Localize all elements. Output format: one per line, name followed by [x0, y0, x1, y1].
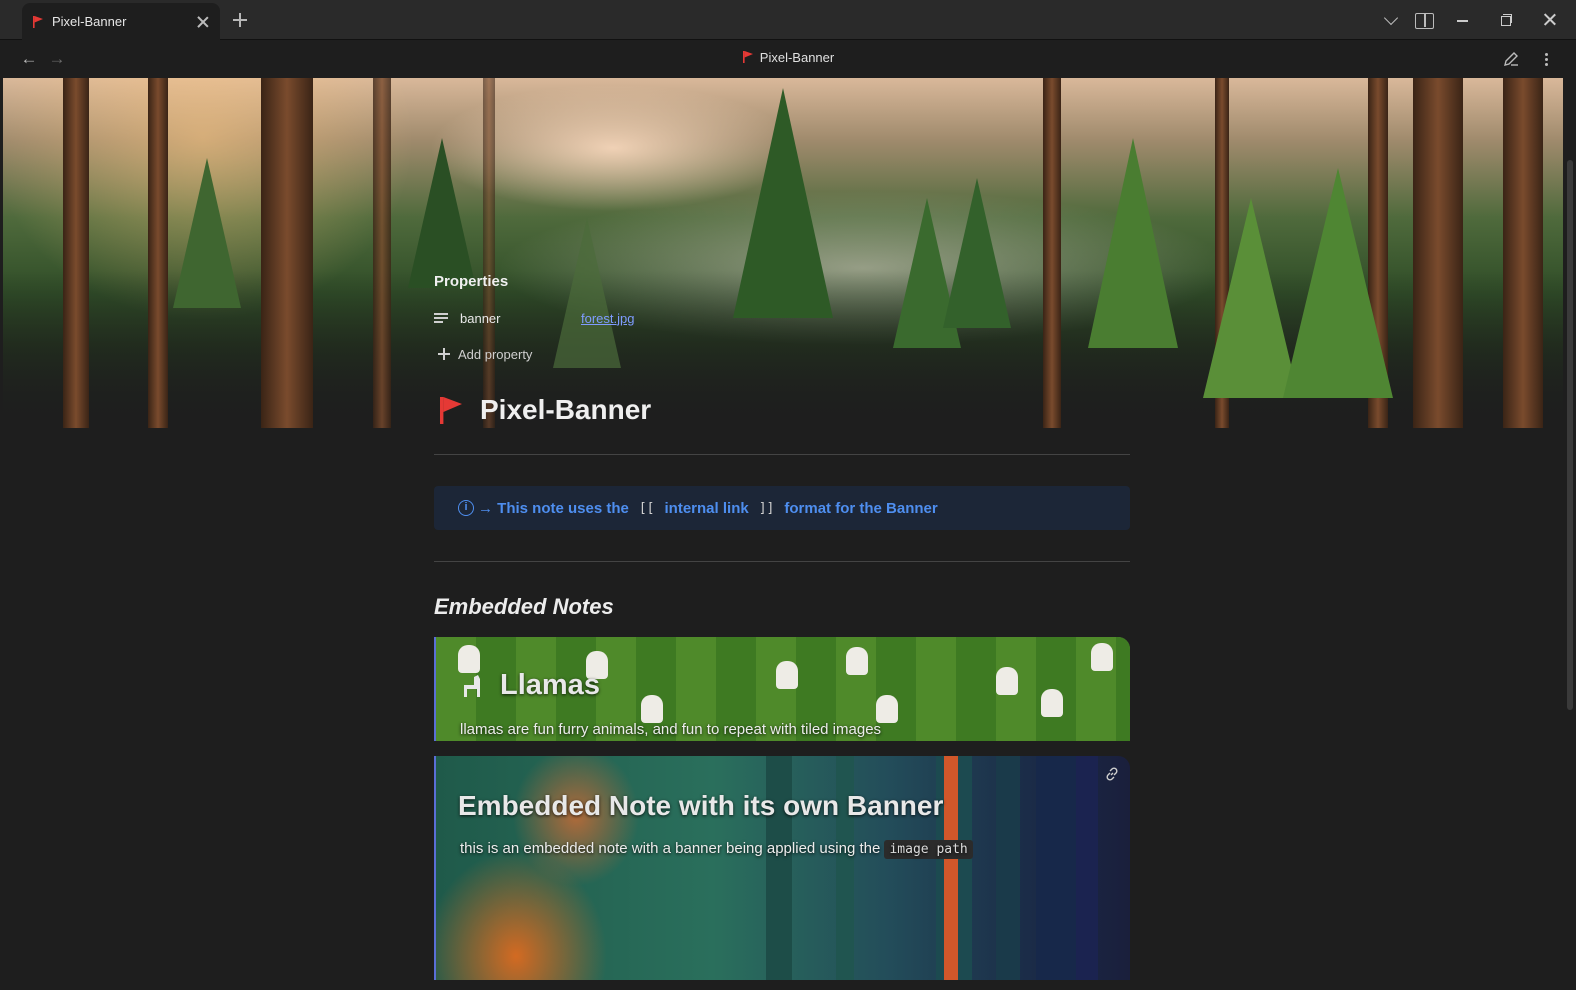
llama-icon: [458, 673, 484, 699]
flag-icon: [33, 15, 43, 28]
restore-icon[interactable]: [1497, 10, 1517, 30]
tab-pixel-banner[interactable]: Pixel-Banner: [22, 3, 220, 40]
plus-icon[interactable]: [232, 12, 248, 28]
note-title[interactable]: Pixel-Banner: [434, 390, 1130, 430]
flag-icon: [742, 51, 753, 63]
plus-icon: [438, 348, 450, 360]
embed-title: Embedded Note with its own Banner: [458, 790, 944, 821]
info-callout[interactable]: i → This note uses the [[ internal link …: [434, 486, 1130, 530]
callout-suffix: format for the Banner: [784, 499, 938, 517]
close-icon[interactable]: [196, 15, 210, 29]
embed-text: llamas are fun furry animals, and fun to…: [460, 721, 882, 738]
embedded-note-own-banner[interactable]: Embedded Note with its own Banner this i…: [434, 756, 1130, 980]
split-view-icon[interactable]: [1414, 10, 1434, 30]
embedded-notes-heading: Embedded Notes: [434, 594, 614, 619]
banner-image: [3, 78, 1563, 428]
close-window-icon[interactable]: [1540, 10, 1560, 30]
tab-title: Pixel-Banner: [52, 14, 127, 29]
embed-title-text: Llamas: [500, 669, 600, 701]
chevron-down-icon[interactable]: [1382, 10, 1402, 30]
add-property-label: Add property: [458, 346, 533, 362]
info-icon: i: [458, 500, 474, 516]
link-icon[interactable]: [1104, 766, 1120, 782]
embed-title: Llamas: [458, 669, 600, 702]
note-title-text: Pixel-Banner: [480, 394, 652, 425]
divider: [434, 454, 1130, 455]
view-header: ← → Pixel-Banner: [0, 40, 1576, 78]
pencil-icon[interactable]: [1502, 50, 1520, 68]
callout-prefix: → This note uses the: [478, 499, 629, 517]
property-key[interactable]: banner: [460, 311, 581, 326]
callout-open-brackets: [[: [638, 500, 655, 516]
divider: [434, 561, 1130, 562]
tab-bar: Pixel-Banner: [0, 0, 1576, 40]
embed-text: this is an embedded note with a banner b…: [460, 840, 973, 859]
minimize-icon[interactable]: [1453, 10, 1473, 30]
note-content[interactable]: Properties banner forest.jpg Add propert…: [0, 78, 1576, 990]
properties-heading[interactable]: Properties: [434, 273, 1130, 290]
embed-text-body: this is an embedded note with a banner b…: [460, 840, 881, 857]
add-property-button[interactable]: Add property: [434, 344, 1130, 364]
view-title[interactable]: Pixel-Banner: [0, 50, 1576, 65]
callout-link[interactable]: internal link: [665, 500, 749, 517]
text-lines-icon: [434, 313, 448, 323]
property-value-link[interactable]: forest.jpg: [581, 311, 634, 326]
scrollbar[interactable]: [1567, 160, 1573, 710]
inline-code: image path: [884, 840, 973, 859]
embedded-note-llamas[interactable]: Llamas llamas are fun furry animals, and…: [434, 637, 1130, 741]
callout-close-brackets: ]]: [758, 500, 775, 516]
flag-icon: [440, 397, 462, 424]
view-title-text: Pixel-Banner: [759, 50, 835, 65]
property-row-banner[interactable]: banner forest.jpg: [434, 308, 1130, 328]
more-vertical-icon[interactable]: [1538, 50, 1556, 68]
